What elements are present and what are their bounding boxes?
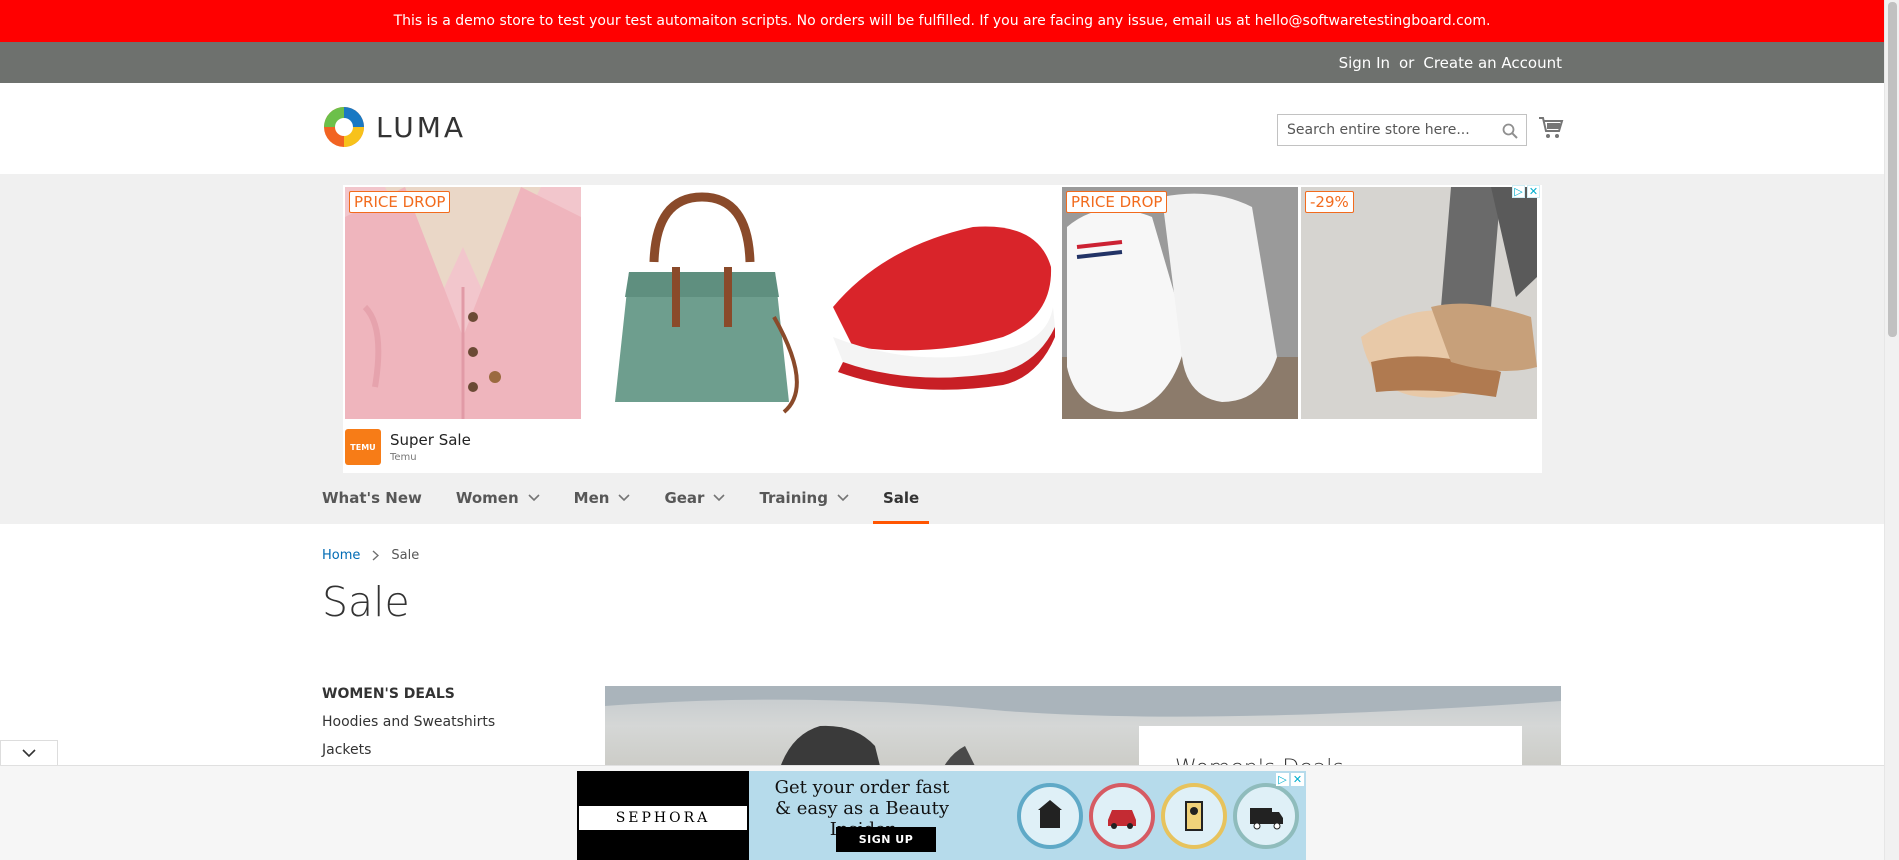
ad-tile-badge: -29%: [1305, 191, 1354, 213]
sign-in-link[interactable]: Sign In: [1339, 54, 1390, 72]
bottom-ad-bar: SEPHORA Get your order fast & easy as a …: [0, 765, 1884, 860]
car-pickup-icon: [1089, 783, 1155, 849]
logo[interactable]: LUMA: [322, 105, 466, 149]
chevron-right-icon: [372, 550, 380, 561]
search-input[interactable]: Search entire store here...: [1277, 114, 1527, 146]
ad-tile-handbag[interactable]: [584, 187, 820, 419]
sephora-ad[interactable]: SEPHORA Get your order fast & easy as a …: [577, 771, 1306, 860]
page-title: Sale: [322, 578, 410, 626]
red-shoe-image: [823, 187, 1059, 419]
page-scrollbar[interactable]: [1884, 0, 1899, 860]
ad-tile-cardigan[interactable]: PRICE DROP: [345, 187, 581, 419]
ad-footer[interactable]: TEMU Super Sale Temu: [345, 423, 471, 471]
nav-item-sale[interactable]: Sale: [872, 472, 930, 524]
create-account-link[interactable]: Create an Account: [1423, 54, 1562, 72]
sidebar-item-hoodies[interactable]: Hoodies and Sweatshirts: [322, 714, 495, 730]
temu-ad[interactable]: PRICE DROP PRICE DROP -29% ▷ ✕ TEMU Supe…: [343, 185, 1542, 473]
search-icon[interactable]: [1502, 123, 1518, 139]
chevron-down-icon: [528, 494, 540, 502]
ad-tile-shoe[interactable]: [823, 187, 1059, 419]
cart-icon[interactable]: [1538, 116, 1564, 140]
nav-item-training[interactable]: Training: [749, 472, 858, 524]
ad-tile-badge: PRICE DROP: [1066, 191, 1168, 213]
ad-title: Super Sale: [390, 431, 471, 449]
sephora-brand: SEPHORA: [615, 810, 711, 826]
breadcrumb: Home Sale: [322, 548, 419, 563]
ad-close-icon[interactable]: ✕: [1291, 773, 1304, 786]
chevron-down-icon: [713, 494, 726, 502]
ad-tile-sneakers[interactable]: PRICE DROP: [1062, 187, 1298, 419]
luma-logo-icon: [324, 107, 364, 147]
ad-info-icon[interactable]: ▷: [1512, 185, 1525, 198]
scrollbar-thumb[interactable]: [1888, 2, 1897, 337]
chevron-down-icon: [837, 494, 849, 502]
bottom-ad-choices[interactable]: ▷ ✕: [1276, 773, 1304, 786]
same-day-delivery-icon: [1017, 783, 1083, 849]
sandals-image: [1301, 187, 1537, 419]
sidebar-item-jackets[interactable]: Jackets: [322, 742, 495, 758]
sidebar-heading: WOMEN'S DEALS: [322, 686, 455, 702]
demo-notice-text: This is a demo store to test your test a…: [393, 13, 1491, 29]
ad-tile-badge: PRICE DROP: [349, 191, 451, 213]
ad-choices[interactable]: ▷ ✕: [1512, 185, 1540, 198]
breadcrumb-current: Sale: [391, 548, 420, 563]
or-text: or: [1399, 53, 1415, 72]
nav-item-gear[interactable]: Gear: [654, 472, 735, 524]
main-navigation: What's New Women Men Gear Training Sale: [322, 472, 943, 524]
ad-close-icon[interactable]: ✕: [1527, 185, 1540, 198]
store-pickup-icon: [1161, 783, 1227, 849]
chevron-down-icon: [618, 494, 631, 502]
sephora-signup-button[interactable]: SIGN UP: [836, 827, 936, 852]
ad-info-icon[interactable]: ▷: [1276, 773, 1289, 786]
chevron-down-icon: [22, 748, 36, 757]
ad-banner-area: PRICE DROP PRICE DROP -29% ▷ ✕ TEMU Supe…: [0, 174, 1884, 524]
sneakers-image: [1062, 187, 1298, 419]
header-panel: Sign In or Create an Account: [0, 42, 1884, 83]
site-header: LUMA Search entire store here...: [0, 83, 1884, 174]
ad-tile-sandals[interactable]: -29%: [1301, 187, 1537, 419]
ad-collapse-toggle[interactable]: [0, 740, 58, 765]
sephora-logo: SEPHORA: [577, 771, 749, 860]
header-links: Sign In or Create an Account: [1339, 42, 1562, 83]
nav-item-men[interactable]: Men: [564, 472, 641, 524]
nav-item-women[interactable]: Women: [446, 472, 550, 524]
breadcrumb-home-link[interactable]: Home: [322, 548, 360, 563]
handbag-image: [584, 187, 820, 419]
delivery-truck-icon: [1233, 783, 1299, 849]
temu-logo-icon: TEMU: [345, 429, 381, 465]
search-placeholder: Search entire store here...: [1287, 122, 1470, 138]
cardigan-image: [345, 187, 581, 419]
demo-notice-bar: This is a demo store to test your test a…: [0, 0, 1884, 42]
logo-text: LUMA: [376, 110, 467, 144]
nav-item-whats-new[interactable]: What's New: [322, 472, 432, 524]
ad-advertiser: Temu: [390, 452, 417, 463]
sidebar-deals: WOMEN'S DEALS Hoodies and Sweatshirts Ja…: [322, 686, 495, 758]
